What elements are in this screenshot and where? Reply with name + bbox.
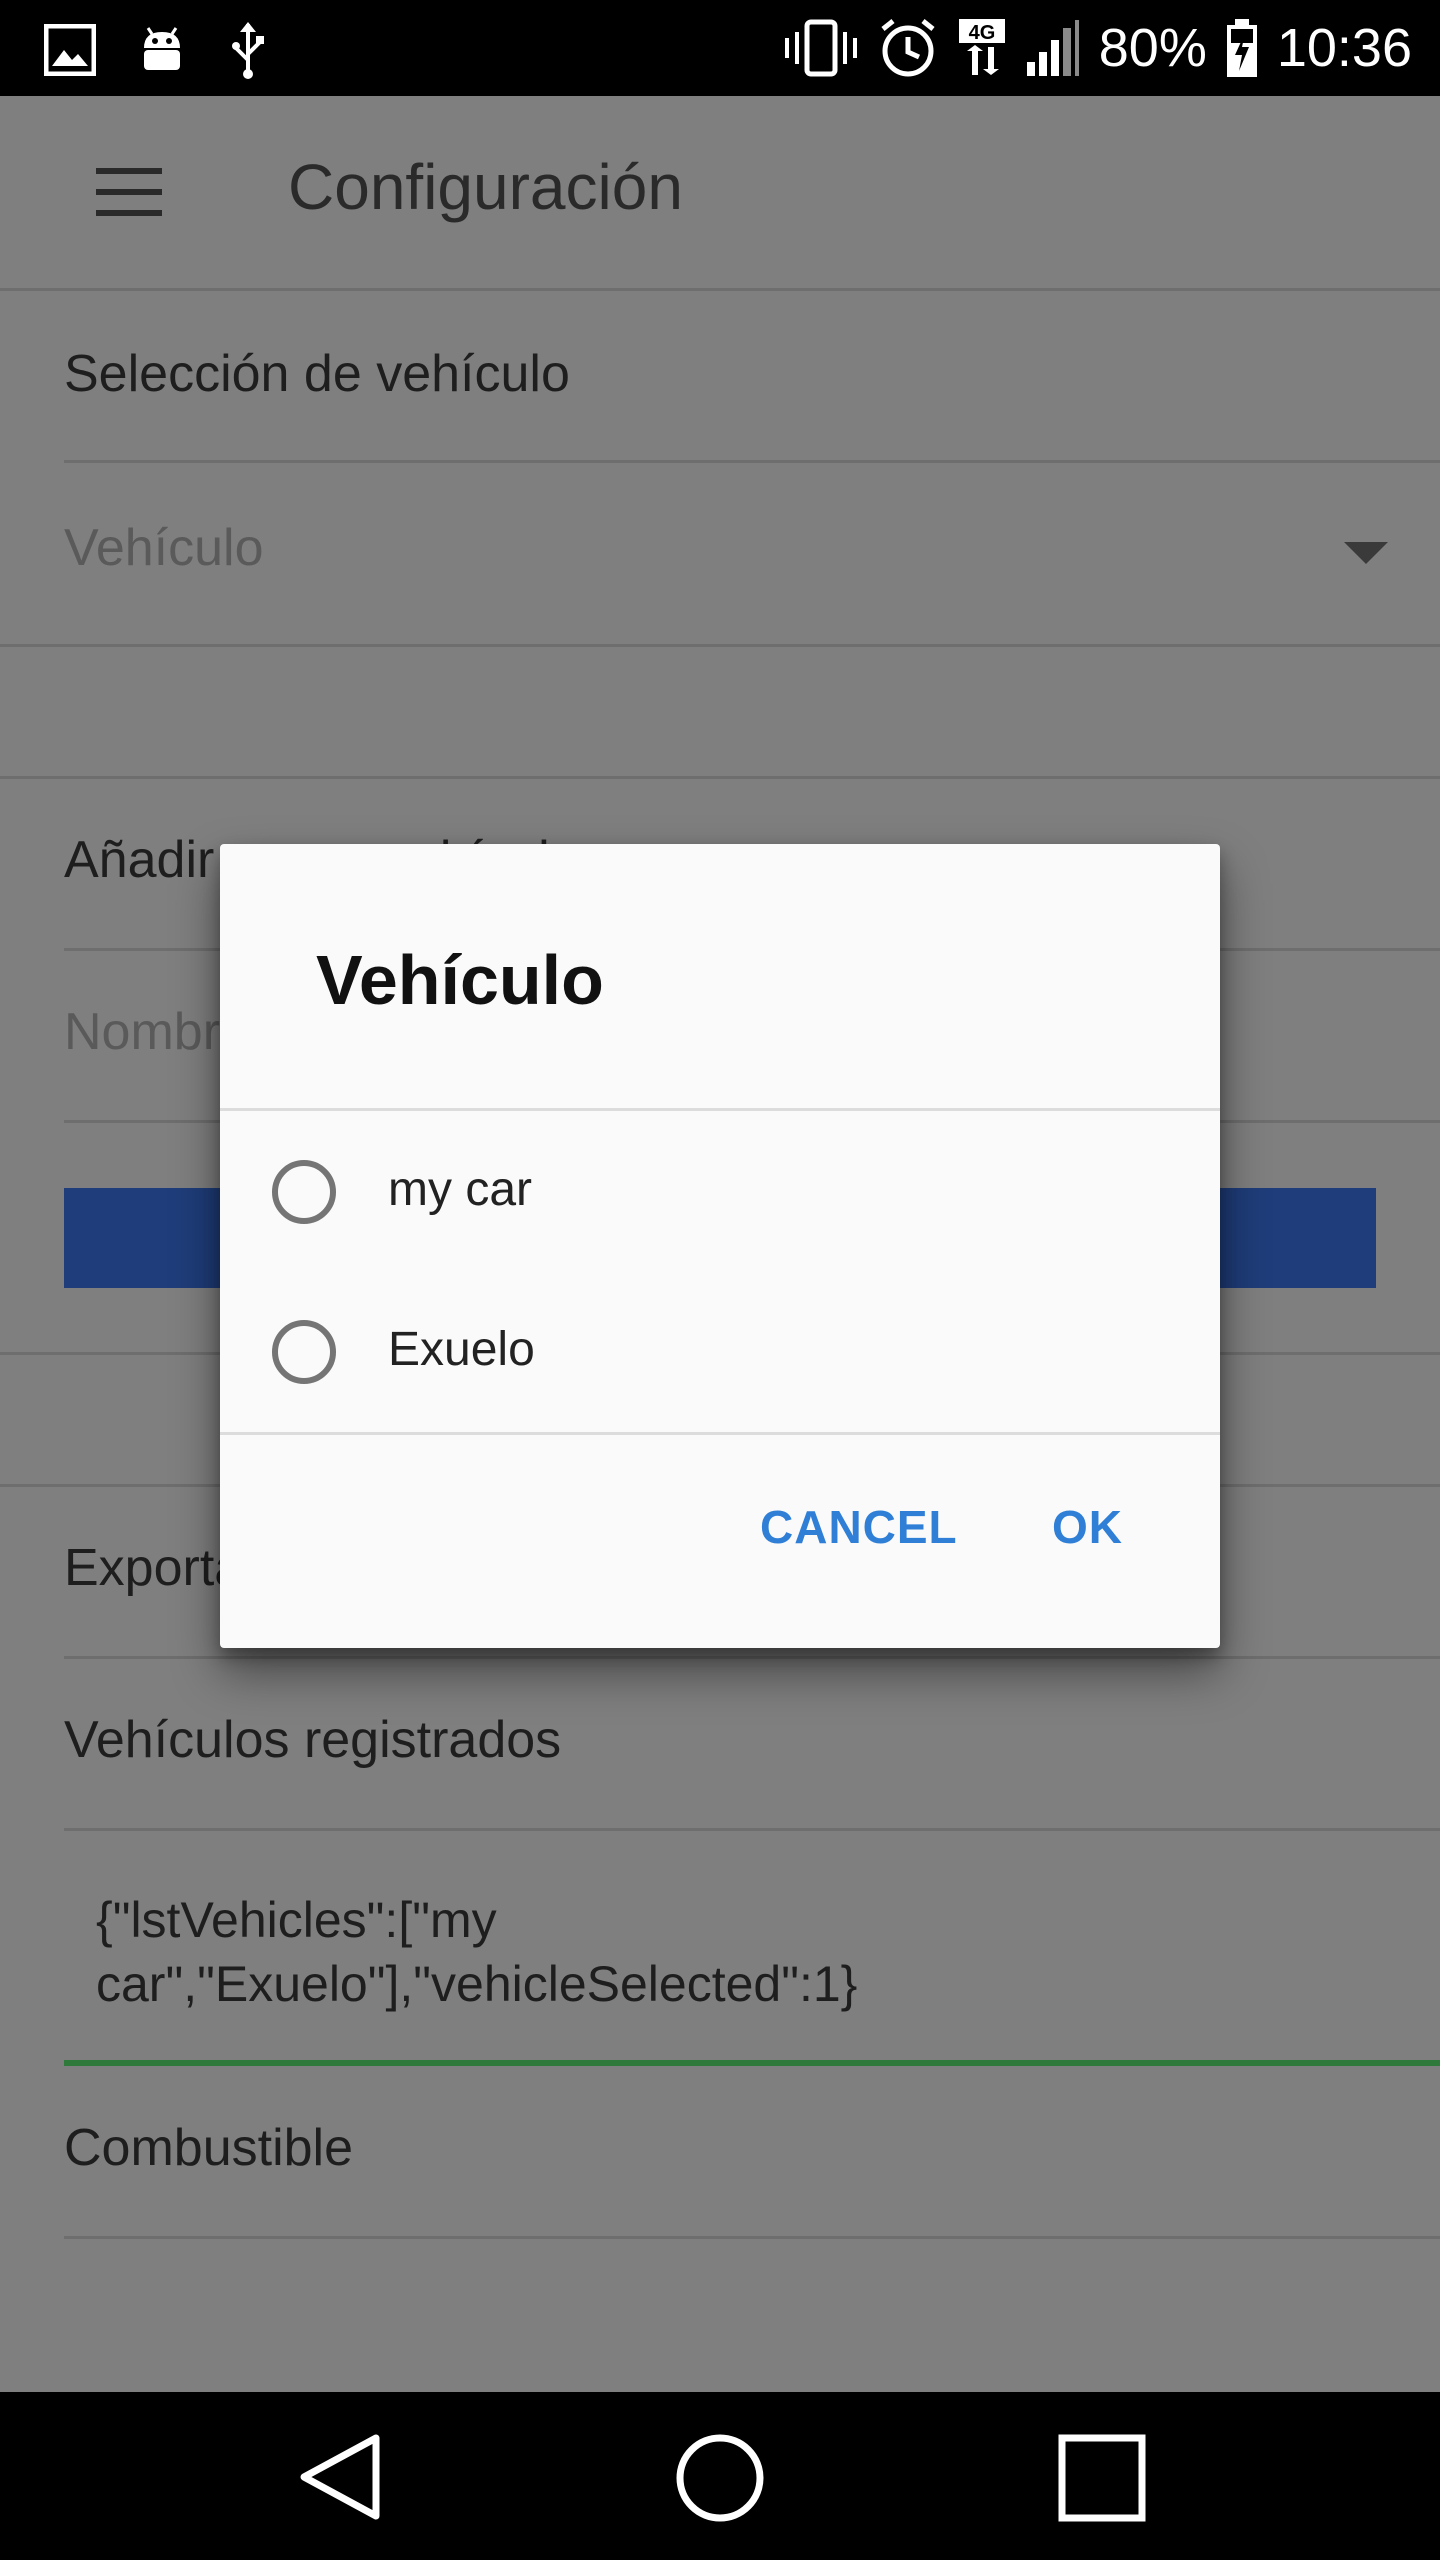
fuel-title: Combustible xyxy=(64,2119,354,2177)
radio-button[interactable] xyxy=(272,1320,336,1384)
option-my-car[interactable]: my car xyxy=(220,1112,1220,1272)
dialog-divider xyxy=(220,1432,1220,1435)
recents-icon[interactable] xyxy=(1058,2434,1146,2522)
ok-button[interactable]: OK xyxy=(1052,1500,1123,1554)
vibrate-icon xyxy=(784,19,857,77)
dialog-divider xyxy=(220,1108,1220,1111)
page-title: Configuración xyxy=(288,151,683,223)
battery-charging-icon xyxy=(1226,19,1257,77)
vehicle-selection-title: Selección de vehículo xyxy=(64,345,570,403)
home-icon[interactable] xyxy=(674,2432,766,2524)
network-4g-icon: 4G xyxy=(958,19,1005,75)
svg-text:4G: 4G xyxy=(968,22,995,44)
signal-icon xyxy=(1026,20,1079,76)
vehicle-dropdown[interactable]: Vehículo xyxy=(64,518,264,578)
json-line-2: car","Exuelo"],"vehicleSelected":1} xyxy=(96,1956,858,2012)
registered-vehicles-json[interactable]: {"lstVehicles":["my car","Exuelo"],"vehi… xyxy=(96,1888,1396,2016)
registered-vehicles-title: Vehículos registrados xyxy=(64,1711,562,1769)
dropdown-arrow-icon[interactable] xyxy=(1344,542,1388,564)
divider xyxy=(64,460,1440,463)
divider xyxy=(0,644,1440,647)
option-label: my car xyxy=(388,1163,532,1216)
divider xyxy=(64,2236,1440,2239)
json-line-1: {"lstVehicles":["my xyxy=(96,1892,497,1948)
navigation-bar xyxy=(0,2392,1440,2560)
cancel-button[interactable]: CANCEL xyxy=(760,1500,958,1554)
vehicle-dialog: Vehículo my car Exuelo CANCEL OK xyxy=(220,844,1220,1648)
status-bar: 4G 80% 10:36 xyxy=(0,0,1440,96)
divider xyxy=(64,1656,1440,1659)
option-exuelo[interactable]: Exuelo xyxy=(220,1272,1220,1432)
toolbar: Configuración xyxy=(0,96,1440,290)
alarm-icon xyxy=(881,19,935,77)
divider xyxy=(64,1828,1440,1831)
menu-icon[interactable] xyxy=(96,168,162,216)
radio-button[interactable] xyxy=(272,1160,336,1224)
text-field-focus-line xyxy=(64,2060,1440,2066)
back-icon[interactable] xyxy=(296,2432,382,2522)
android-icon xyxy=(144,27,180,70)
clock: 10:36 xyxy=(1276,18,1412,78)
image-icon xyxy=(44,24,96,76)
divider xyxy=(0,288,1440,291)
dialog-title: Vehículo xyxy=(316,941,604,1019)
usb-icon xyxy=(232,22,264,79)
option-label: Exuelo xyxy=(388,1323,535,1376)
battery-percent: 80% xyxy=(1098,18,1207,78)
divider xyxy=(0,776,1440,779)
